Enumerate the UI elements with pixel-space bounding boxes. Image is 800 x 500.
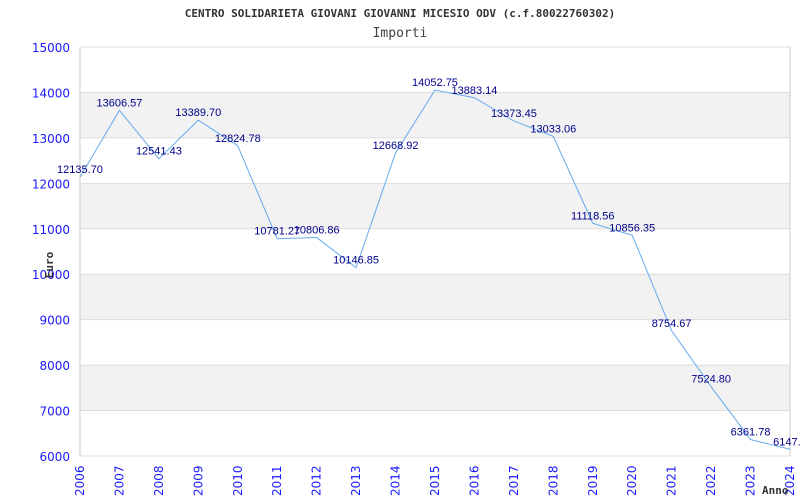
y-tick-label: 15000 [32,41,70,55]
y-tick-label: 6000 [39,450,70,464]
data-label: 12135.70 [57,164,103,176]
grid-band [80,183,790,229]
y-tick-label: 13000 [32,132,70,146]
x-tick-label: 2006 [73,465,87,496]
y-tick-label: 9000 [39,314,70,328]
x-tick-label: 2017 [507,465,521,496]
x-tick-label: 2016 [467,465,481,496]
x-axis-label: Anno [762,484,789,497]
x-tick-label: 2014 [389,465,403,496]
y-tick-label: 14000 [32,86,70,100]
data-label: 10856.35 [609,222,655,234]
data-label: 13883.14 [451,85,497,97]
x-tick-label: 2022 [704,465,718,496]
data-label: 10806.86 [294,225,340,237]
data-label: 10146.85 [333,255,379,267]
x-tick-label: 2020 [625,465,639,496]
line-chart: CENTRO SOLIDARIETA GIOVANI GIOVANNI MICE… [32,7,800,497]
x-tick-label: 2019 [586,465,600,496]
x-tick-label: 2023 [744,465,758,496]
data-label: 6361.78 [731,427,771,439]
x-tick-label: 2015 [428,465,442,496]
y-tick-label: 11000 [32,223,70,237]
data-label: 6147.5 [773,436,800,448]
chart-title: CENTRO SOLIDARIETA GIOVANI GIOVANNI MICE… [185,7,615,20]
x-tick-label: 2012 [310,465,324,496]
data-label: 7524.80 [691,374,731,386]
y-tick-label: 8000 [39,359,70,373]
x-tick-label: 2018 [546,465,560,496]
data-label: 13373.45 [491,108,537,120]
data-label: 13606.57 [96,97,142,109]
y-axis-label: Euro [43,251,56,278]
grid-band [80,274,790,320]
data-label: 12668.92 [373,140,419,152]
x-tick-label: 2007 [112,465,126,496]
x-tick-label: 2013 [349,465,363,496]
data-label: 12824.78 [215,133,261,145]
x-tick-label: 2008 [152,465,166,496]
x-tick-label: 2011 [270,465,284,496]
grid-band [80,365,790,411]
y-tick-label: 7000 [39,405,70,419]
data-label: 13033.06 [530,123,576,135]
data-label: 12541.43 [136,146,182,158]
x-tick-label: 2010 [231,465,245,496]
data-label: 8754.67 [652,318,692,330]
y-tick-label: 12000 [32,177,70,191]
x-tick-label: 2009 [191,465,205,496]
data-label: 11118.56 [571,210,614,222]
data-label: 13389.70 [175,107,221,119]
x-tick-label: 2021 [665,465,679,496]
chart-subtitle: Importi [373,26,428,41]
